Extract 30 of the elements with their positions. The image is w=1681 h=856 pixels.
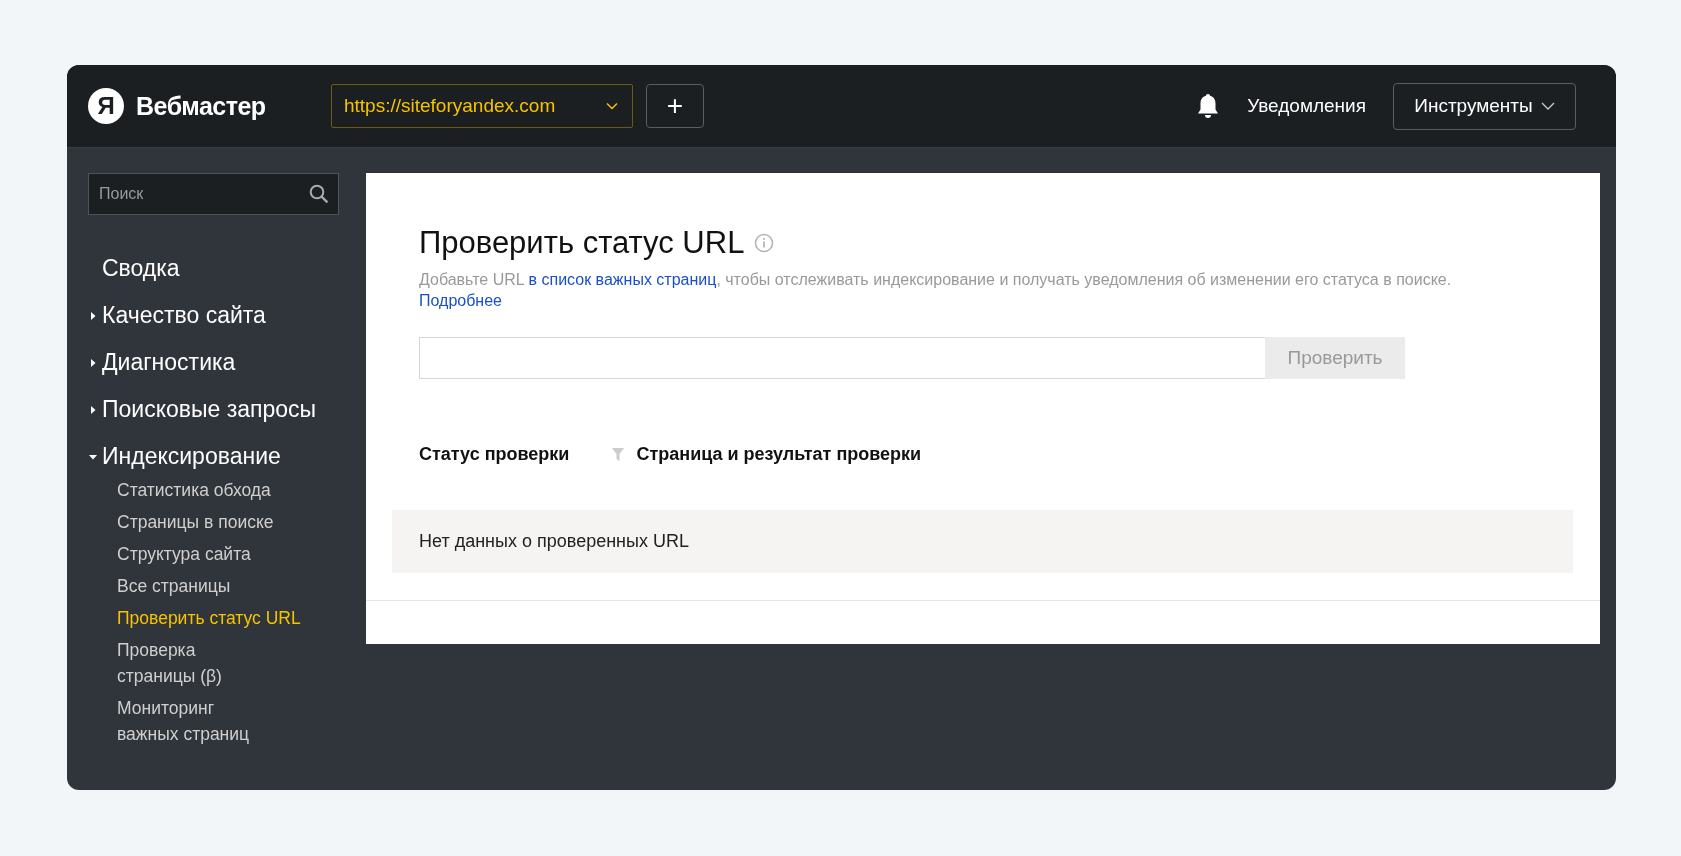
more-link[interactable]: Подробнее <box>419 292 502 310</box>
info-icon[interactable] <box>754 233 775 253</box>
nav-link[interactable]: Сводка <box>88 245 366 292</box>
search-field[interactable]: Поиск <box>88 173 339 215</box>
nav-subitem[interactable]: Страницы в поиске <box>117 506 366 538</box>
url-input[interactable] <box>419 337 1265 379</box>
brand-name: Вебмастер <box>136 91 266 121</box>
nav-subitem[interactable]: Мониторинг важных страниц <box>117 692 366 750</box>
nav-subitem[interactable]: Все страницы <box>117 570 366 602</box>
nav-group[interactable]: Поисковые запросы <box>88 386 366 433</box>
chevron-down-icon <box>606 102 618 110</box>
search-icon <box>309 184 329 204</box>
nav-subitem[interactable]: Проверка страницы (β) <box>117 634 366 692</box>
column-header: Статус проверки <box>419 444 570 465</box>
tools-button[interactable]: Инструменты <box>1393 82 1576 130</box>
site-select[interactable]: https://siteforyandex.com <box>331 84 633 128</box>
logo-badge: Я <box>88 88 124 124</box>
nav-group[interactable]: Диагностика <box>88 339 366 386</box>
nav-subitem[interactable]: Проверить статус URL <box>117 602 366 634</box>
empty-message: Нет данных о проверенных URL <box>419 531 689 552</box>
important-pages-link[interactable]: в список важных страниц <box>528 271 717 288</box>
filter-icon[interactable] <box>611 446 626 463</box>
column-header: Страница и результат проверки <box>636 444 922 465</box>
add-button[interactable]: + <box>646 84 704 128</box>
nav-subitem[interactable]: Структура сайта <box>117 538 366 570</box>
nav-group[interactable]: Качество сайта <box>88 292 366 339</box>
notifications-link[interactable]: Уведомления <box>1247 95 1366 117</box>
page-title: Проверить статус URL <box>419 225 745 261</box>
chevron-down-icon <box>1540 102 1555 110</box>
description-text: Добавьте URL в список важных страниц, чтобы отслеживать индексирование и получать уведомления об изменении его статуса в поиске. <box>419 271 1452 289</box>
